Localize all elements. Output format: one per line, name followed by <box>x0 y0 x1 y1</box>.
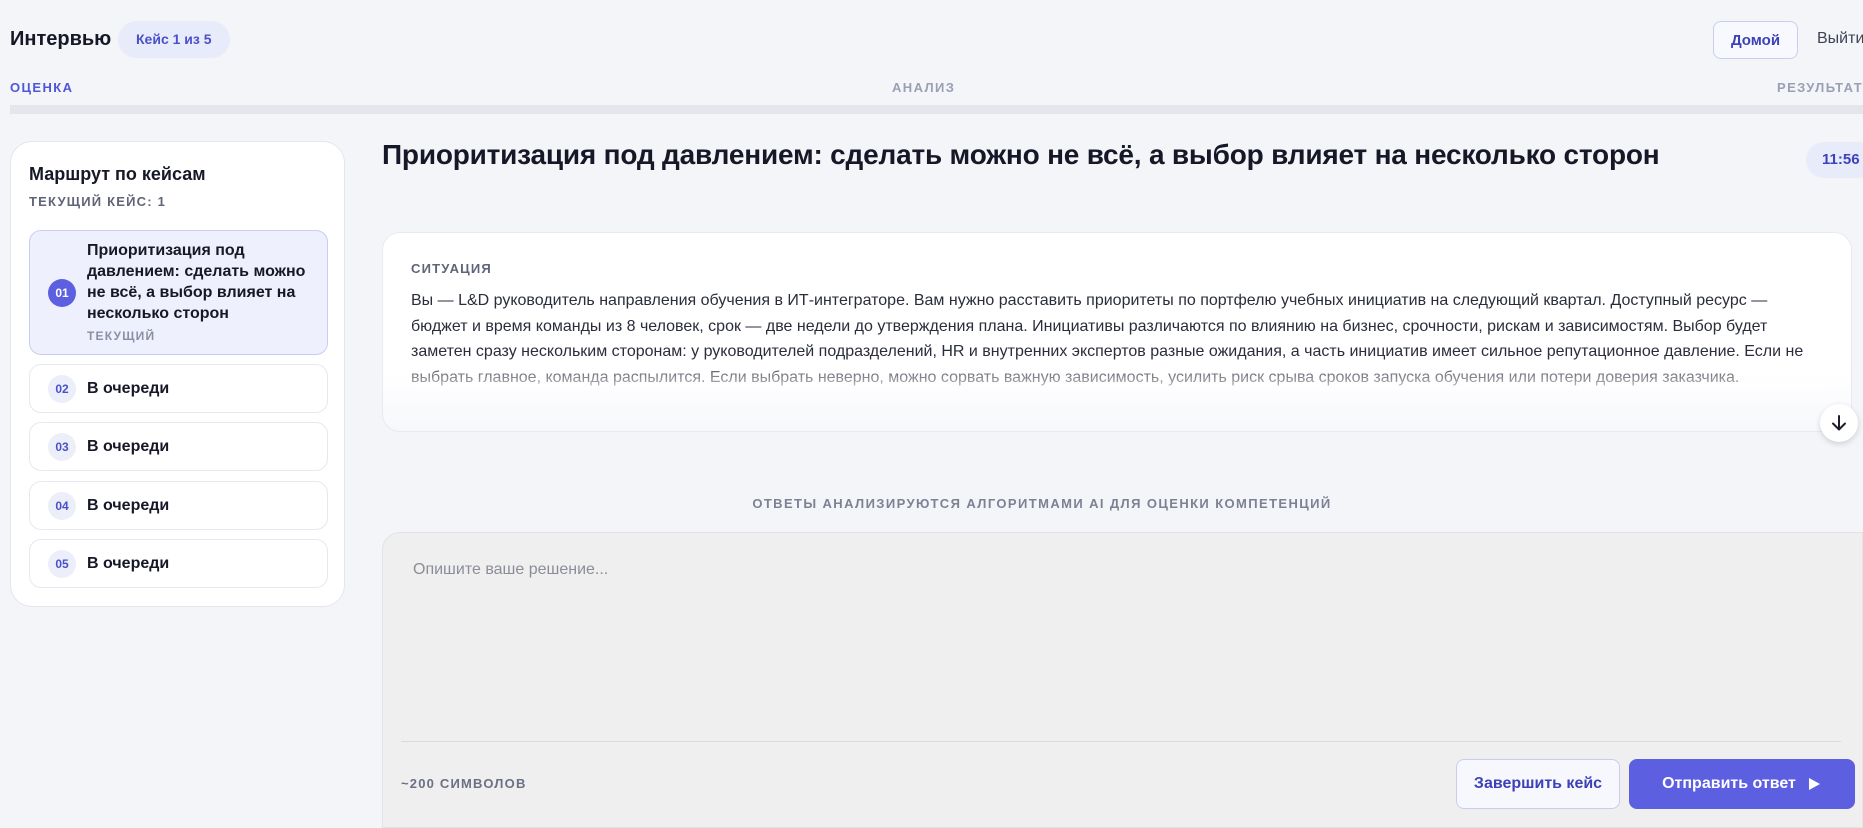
case-item-label: В очереди <box>87 497 170 514</box>
case-number-badge: 03 <box>48 433 76 461</box>
case-item-label: В очереди <box>87 438 170 455</box>
case-item-label: В очереди <box>87 380 170 397</box>
case-number-badge: 05 <box>48 550 76 578</box>
stage-progress-track <box>10 105 1863 114</box>
case-item-label: Приоритизация под давлением: сделать мож… <box>87 242 306 322</box>
case-item-4[interactable]: 04 В очереди <box>29 481 328 530</box>
logout-link[interactable]: Выйти <box>1817 30 1863 48</box>
case-item-3[interactable]: 03 В очереди <box>29 422 328 471</box>
stage-result: РЕЗУЛЬТАТ <box>1777 80 1863 95</box>
arrow-down-icon <box>1832 415 1846 431</box>
finish-case-button[interactable]: Завершить кейс <box>1456 759 1620 809</box>
case-route-sidebar: Маршрут по кейсам ТЕКУЩИЙ КЕЙС: 1 01 При… <box>10 141 345 607</box>
answer-divider <box>401 741 1841 742</box>
home-button[interactable]: Домой <box>1713 21 1798 59</box>
case-item-5[interactable]: 05 В очереди <box>29 539 328 588</box>
stage-analysis: АНАЛИЗ <box>892 80 956 95</box>
timer-badge: 11:56 <box>1806 142 1863 178</box>
character-hint: ~200 СИМВОЛОВ <box>401 776 527 791</box>
answer-panel: ~200 СИМВОЛОВ Завершить кейс Отправить о… <box>382 532 1863 828</box>
stage-assessment: ОЦЕНКА <box>10 80 74 95</box>
case-number-badge: 01 <box>48 279 76 307</box>
case-number-badge: 04 <box>48 492 76 520</box>
case-item-1[interactable]: 01 Приоритизация под давлением: сделать … <box>29 230 328 355</box>
ai-analysis-note: ОТВЕТЫ АНАЛИЗИРУЮТСЯ АЛГОРИТМАМИ AI ДЛЯ … <box>752 496 1332 511</box>
send-answer-button[interactable]: Отправить ответ <box>1629 759 1855 809</box>
situation-text: Вы — L&D руководитель направления обучен… <box>411 288 1826 390</box>
case-item-state: ТЕКУЩИЙ <box>87 329 156 343</box>
case-item-2[interactable]: 02 В очереди <box>29 364 328 413</box>
case-counter-badge: Кейс 1 из 5 <box>118 21 230 58</box>
case-item-label: В очереди <box>87 555 170 572</box>
play-triangle-icon <box>1808 778 1820 790</box>
situation-label: СИТУАЦИЯ <box>411 261 492 276</box>
app-title: Интервью <box>10 28 112 50</box>
situation-card: СИТУАЦИЯ Вы — L&D руководитель направлен… <box>382 232 1852 432</box>
scroll-down-button[interactable] <box>1820 404 1858 442</box>
send-button-label: Отправить ответ <box>1662 775 1796 792</box>
case-number-badge: 02 <box>48 375 76 403</box>
current-case-indicator: ТЕКУЩИЙ КЕЙС: 1 <box>29 194 167 209</box>
case-title: Приоритизация под давлением: сделать мож… <box>382 139 1660 170</box>
answer-textarea[interactable] <box>411 559 1815 713</box>
sidebar-title: Маршрут по кейсам <box>29 164 206 184</box>
